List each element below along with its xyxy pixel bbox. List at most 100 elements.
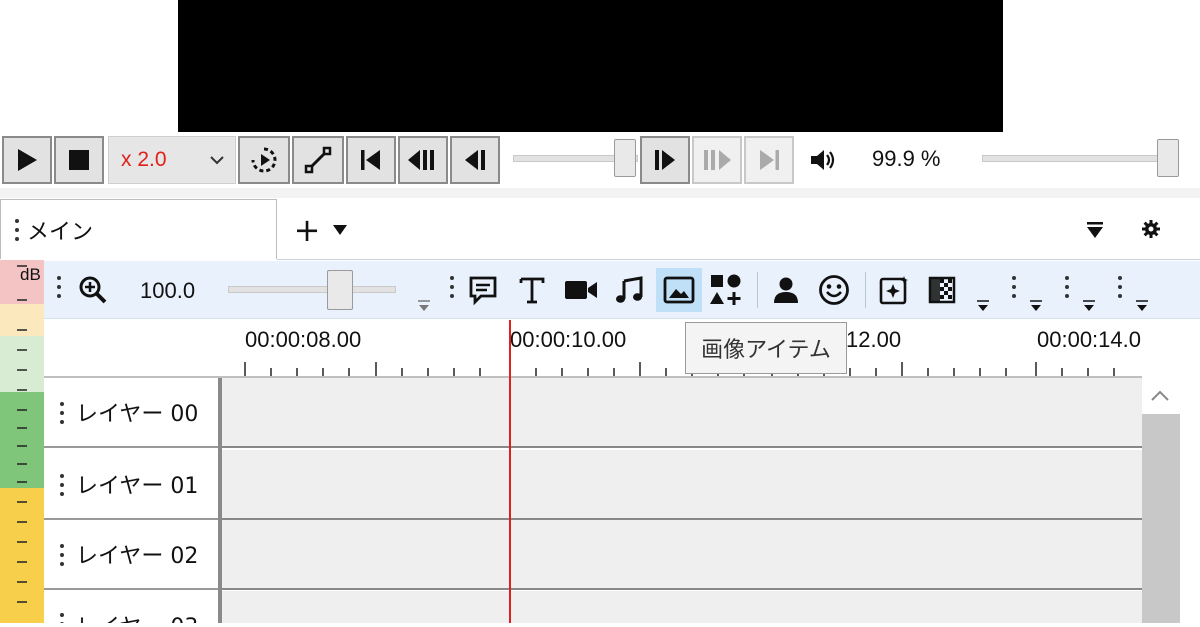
range-button[interactable] — [292, 136, 344, 184]
shape-item-button[interactable] — [707, 268, 745, 312]
tooltip: 画像アイテム — [685, 322, 847, 374]
zoom-value: 100.0 — [140, 278, 196, 303]
toolbar-divider — [865, 272, 866, 308]
filter-icon — [1087, 222, 1103, 238]
layer-track[interactable] — [222, 450, 1142, 520]
add-tab-button[interactable]: + — [292, 210, 322, 250]
skip-start-button[interactable] — [346, 136, 396, 184]
loop-icon — [251, 147, 277, 173]
toolbar-group-menu[interactable] — [1029, 298, 1043, 317]
video-preview — [178, 0, 1003, 132]
drag-handle-icon — [1065, 276, 1069, 303]
effect-icon — [879, 276, 908, 305]
drag-handle-icon — [15, 219, 19, 246]
audio-meter — [0, 260, 44, 623]
comment-item-button[interactable] — [464, 268, 502, 312]
filter-button[interactable] — [1086, 220, 1104, 244]
loop-button[interactable] — [238, 136, 290, 184]
character-item-button[interactable] — [767, 268, 805, 312]
scrollbar-thumb[interactable] — [1142, 414, 1180, 623]
layer-header[interactable]: レイヤー 02 — [44, 520, 220, 590]
meter-db-label: dB — [20, 265, 41, 284]
toolbar-group-menu[interactable] — [1082, 298, 1096, 317]
image-icon — [663, 276, 695, 304]
drag-handle-icon — [60, 543, 64, 571]
smiley-icon — [819, 275, 849, 305]
ruler-label: 00:00:14.0 — [1037, 327, 1141, 352]
playhead[interactable] — [509, 320, 511, 623]
drag-handle-icon — [450, 276, 454, 303]
zoom-slider[interactable] — [228, 286, 396, 293]
chat-icon — [469, 276, 497, 306]
seek-slider-thumb[interactable] — [614, 139, 636, 177]
settings-button[interactable] — [1141, 219, 1161, 243]
layer-header[interactable]: レイヤー 00 — [44, 378, 220, 448]
volume-icon — [811, 150, 835, 170]
skip-end-icon — [760, 150, 779, 170]
caret-down-icon — [418, 300, 430, 311]
skip-end-button[interactable] — [744, 136, 794, 184]
stop-button[interactable] — [54, 136, 104, 184]
tab-menu-button[interactable] — [332, 222, 348, 241]
toolbar-group-menu[interactable] — [1135, 298, 1149, 317]
caret-down-icon — [1083, 300, 1095, 311]
stop-icon — [69, 150, 89, 170]
step-forward-button[interactable] — [640, 136, 690, 184]
text-icon — [519, 277, 545, 304]
face-item-button[interactable] — [815, 268, 853, 312]
speed-select[interactable]: x 2.0 — [108, 136, 236, 184]
layer-name: レイヤー 03 — [76, 609, 198, 623]
scroll-up-button[interactable] — [1150, 388, 1170, 407]
prev-frame-icon — [408, 150, 434, 170]
skip-start-icon — [361, 150, 380, 170]
video-item-button[interactable] — [562, 268, 600, 312]
zoom-button[interactable] — [74, 268, 112, 312]
toolbar-divider — [757, 272, 758, 308]
layer-name: レイヤー 01 — [76, 474, 199, 499]
layer-track[interactable] — [222, 591, 1142, 623]
volume-slider[interactable] — [982, 155, 1172, 162]
zoom-in-icon — [79, 276, 107, 304]
step-forward-icon — [655, 150, 675, 170]
shapes-icon — [710, 274, 741, 305]
layer-track[interactable] — [222, 520, 1142, 590]
volume-button[interactable] — [808, 146, 838, 178]
settings-icon — [1142, 220, 1160, 238]
next-frame-icon — [704, 150, 731, 170]
audio-item-button[interactable] — [610, 268, 648, 312]
volume-slider-thumb[interactable] — [1157, 139, 1179, 177]
image-item-button[interactable] — [656, 268, 702, 312]
drag-handle-icon — [1012, 276, 1016, 303]
layer-header[interactable]: レイヤー 03 — [44, 591, 220, 623]
volume-value: 99.9 % — [872, 146, 941, 171]
drag-handle-icon — [1118, 276, 1122, 303]
caret-down-icon — [333, 225, 347, 235]
layer-track[interactable] — [222, 378, 1142, 448]
caret-down-icon — [977, 300, 989, 311]
transition-icon — [928, 276, 956, 304]
next-frame-button[interactable] — [692, 136, 742, 184]
step-back-button[interactable] — [450, 136, 500, 184]
ruler-label: 12.00 — [846, 327, 902, 352]
zoom-menu-button[interactable] — [417, 298, 431, 317]
text-item-button[interactable] — [513, 268, 551, 312]
prev-frame-button[interactable] — [398, 136, 448, 184]
layer-header[interactable]: レイヤー 01 — [44, 450, 220, 520]
music-icon — [616, 276, 643, 303]
transition-item-button[interactable] — [923, 268, 961, 312]
tab-bar-border — [277, 259, 1200, 260]
person-icon — [774, 277, 798, 303]
play-button[interactable] — [2, 136, 52, 184]
item-menu-button[interactable] — [976, 298, 990, 317]
step-back-icon — [465, 150, 485, 170]
video-icon — [565, 281, 597, 299]
chevron-down-icon — [210, 156, 224, 165]
drag-handle-icon — [57, 276, 61, 303]
separator — [0, 188, 1200, 198]
tab-main[interactable]: メイン — [0, 199, 277, 259]
drag-handle-icon — [60, 613, 64, 623]
range-icon — [304, 146, 332, 174]
zoom-slider-thumb[interactable] — [327, 270, 353, 310]
effect-item-button[interactable] — [875, 268, 913, 312]
ruler-label: 00:00:08.00 — [245, 327, 362, 352]
